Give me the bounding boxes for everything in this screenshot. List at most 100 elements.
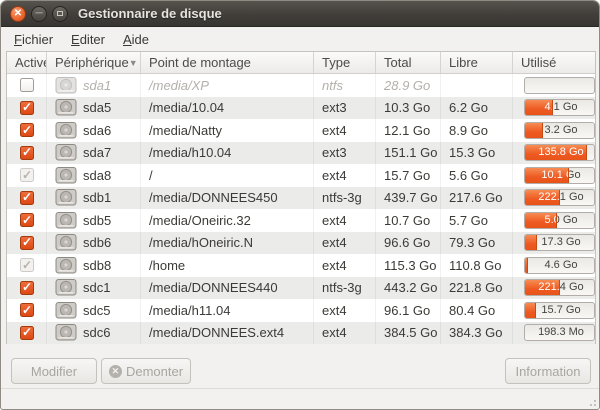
device-cell: sda6 xyxy=(47,119,141,142)
close-icon[interactable]: ✕ xyxy=(10,6,26,22)
device-label: sda5 xyxy=(83,100,111,115)
mount-cell: /media/h11.04 xyxy=(141,299,314,322)
total-cell: 10.3 Go xyxy=(376,97,441,120)
used-cell: 4.1 Go 4.1 Go xyxy=(513,97,595,120)
device-cell: sda5 xyxy=(47,97,141,120)
table-row[interactable]: sda6 /media/Natty ext4 12.1 Go 8.9 Go 3.… xyxy=(7,119,595,142)
column-header-type[interactable]: Type xyxy=(314,52,376,73)
active-checkbox[interactable] xyxy=(20,168,34,182)
table-row[interactable]: sda1 /media/XP ntfs 28.9 Go xyxy=(7,74,595,97)
type-cell: ntfs xyxy=(314,74,376,97)
hard-disk-icon xyxy=(55,144,77,161)
used-progress-bar: 135.8 Go 135.8 Go xyxy=(524,144,595,161)
table-row[interactable]: sdb6 /media/hOneiric.N ext4 96.6 Go 79.3… xyxy=(7,232,595,255)
edit-button[interactable]: Modifier xyxy=(11,358,97,384)
active-cell xyxy=(7,254,47,277)
table-row[interactable]: sda7 /media/h10.04 ext3 151.1 Go 15.3 Go… xyxy=(7,142,595,165)
menu-fichier[interactable]: Fichier xyxy=(5,29,62,50)
used-value-light: 10.1 Go xyxy=(525,168,569,183)
minimize-icon[interactable]: ─ xyxy=(31,6,47,22)
used-value-light: 135.8 Go xyxy=(525,145,587,160)
total-cell: 384.5 Go xyxy=(376,322,441,345)
used-value-dark: 198.3 Mo xyxy=(525,325,595,340)
titlebar[interactable]: ✕ ─ Gestionnaire de disque xyxy=(1,1,599,27)
mount-cell: /media/DONNEES440 xyxy=(141,277,314,300)
type-cell: ext4 xyxy=(314,119,376,142)
device-label: sdc1 xyxy=(83,280,110,295)
used-cell: 3.2 Go 3.2 Go xyxy=(513,119,595,142)
used-progress-bar: 3.2 Go 3.2 Go xyxy=(524,122,595,139)
resize-grip-icon[interactable] xyxy=(585,395,597,407)
table-row[interactable]: sdc5 /media/h11.04 ext4 96.1 Go 80.4 Go … xyxy=(7,299,595,322)
free-cell xyxy=(441,74,513,97)
active-cell xyxy=(7,277,47,300)
active-checkbox[interactable] xyxy=(20,146,34,160)
table-row[interactable]: sdc1 /media/DONNEES440 ntfs-3g 443.2 Go … xyxy=(7,277,595,300)
used-cell: 135.8 Go 135.8 Go xyxy=(513,142,595,165)
table-row[interactable]: sdb5 /media/Oneiric.32 ext4 10.7 Go 5.7 … xyxy=(7,209,595,232)
unmount-button[interactable]: ✕ Demonter xyxy=(101,358,191,384)
table-row[interactable]: sda8 / ext4 15.7 Go 5.6 Go 10.1 Go 10.1 … xyxy=(7,164,595,187)
type-cell: ext4 xyxy=(314,209,376,232)
table-body: sda1 /media/XP ntfs 28.9 Go xyxy=(7,74,595,344)
active-checkbox[interactable] xyxy=(20,123,34,137)
device-label: sdb5 xyxy=(83,213,111,228)
free-cell: 217.6 Go xyxy=(441,187,513,210)
free-cell: 8.9 Go xyxy=(441,119,513,142)
column-header-device[interactable]: Périphérique ▼ xyxy=(47,52,141,73)
active-checkbox[interactable] xyxy=(20,258,34,272)
total-cell: 443.2 Go xyxy=(376,277,441,300)
mount-cell: /media/DONNEES450 xyxy=(141,187,314,210)
column-header-used[interactable]: Utilisé xyxy=(513,52,595,73)
unmount-icon: ✕ xyxy=(109,365,122,378)
maximize-icon[interactable] xyxy=(52,6,68,22)
hard-disk-icon xyxy=(55,122,77,139)
used-progress-bar: 10.1 Go 10.1 Go xyxy=(524,167,595,184)
menu-editer[interactable]: Editer xyxy=(62,29,114,50)
active-checkbox[interactable] xyxy=(20,326,34,340)
free-cell: 15.3 Go xyxy=(441,142,513,165)
used-progress-fill: 3.2 Go xyxy=(525,123,543,138)
information-button[interactable]: Information xyxy=(505,358,591,384)
mount-cell: /media/Natty xyxy=(141,119,314,142)
active-checkbox[interactable] xyxy=(20,191,34,205)
used-value-light: 222.1 Go xyxy=(525,190,560,205)
sort-descending-icon: ▼ xyxy=(129,58,138,68)
used-progress-bar: 221.4 Go 221.4 Go xyxy=(524,279,595,296)
hard-disk-icon xyxy=(55,279,77,296)
free-cell: 5.6 Go xyxy=(441,164,513,187)
table-row[interactable]: sdb1 /media/DONNEES450 ntfs-3g 439.7 Go … xyxy=(7,187,595,210)
active-cell xyxy=(7,299,47,322)
active-checkbox[interactable] xyxy=(20,101,34,115)
table-row[interactable]: sdb8 /home ext4 115.3 Go 110.8 Go 4.6 Go… xyxy=(7,254,595,277)
hard-disk-icon xyxy=(55,302,77,319)
column-header-total[interactable]: Total xyxy=(376,52,441,73)
used-progress-fill: 222.1 Go xyxy=(525,190,560,205)
used-progress-bar: 15.7 Go 15.7 Go xyxy=(524,302,595,319)
column-header-active[interactable]: Active xyxy=(7,52,47,73)
used-progress-fill: 221.4 Go xyxy=(525,280,560,295)
hard-disk-icon xyxy=(55,324,77,341)
menu-aide[interactable]: Aide xyxy=(114,29,158,50)
active-checkbox[interactable] xyxy=(20,303,34,317)
window-title: Gestionnaire de disque xyxy=(78,6,222,21)
active-checkbox[interactable] xyxy=(20,78,34,92)
device-label: sda8 xyxy=(83,168,111,183)
column-header-free[interactable]: Libre xyxy=(441,52,513,73)
active-checkbox[interactable] xyxy=(20,236,34,250)
device-label: sda6 xyxy=(83,123,111,138)
used-progress-fill: 5.0 Go xyxy=(525,213,557,228)
free-cell: 79.3 Go xyxy=(441,232,513,255)
used-progress-bar: 222.1 Go 222.1 Go xyxy=(524,189,595,206)
used-value-dark xyxy=(525,78,595,93)
total-cell: 96.1 Go xyxy=(376,299,441,322)
table-row[interactable]: sdc6 /media/DONNEES.ext4 ext4 384.5 Go 3… xyxy=(7,322,595,345)
column-header-mountpoint[interactable]: Point de montage xyxy=(141,52,314,73)
hard-disk-icon xyxy=(55,257,77,274)
table-row[interactable]: sda5 /media/10.04 ext3 10.3 Go 6.2 Go 4.… xyxy=(7,97,595,120)
active-checkbox[interactable] xyxy=(20,281,34,295)
type-cell: ext4 xyxy=(314,322,376,345)
action-bar: Modifier ✕ Demonter Information xyxy=(1,356,599,386)
used-cell: 198.3 Mo 198.3 Mo xyxy=(513,322,595,345)
active-checkbox[interactable] xyxy=(20,213,34,227)
